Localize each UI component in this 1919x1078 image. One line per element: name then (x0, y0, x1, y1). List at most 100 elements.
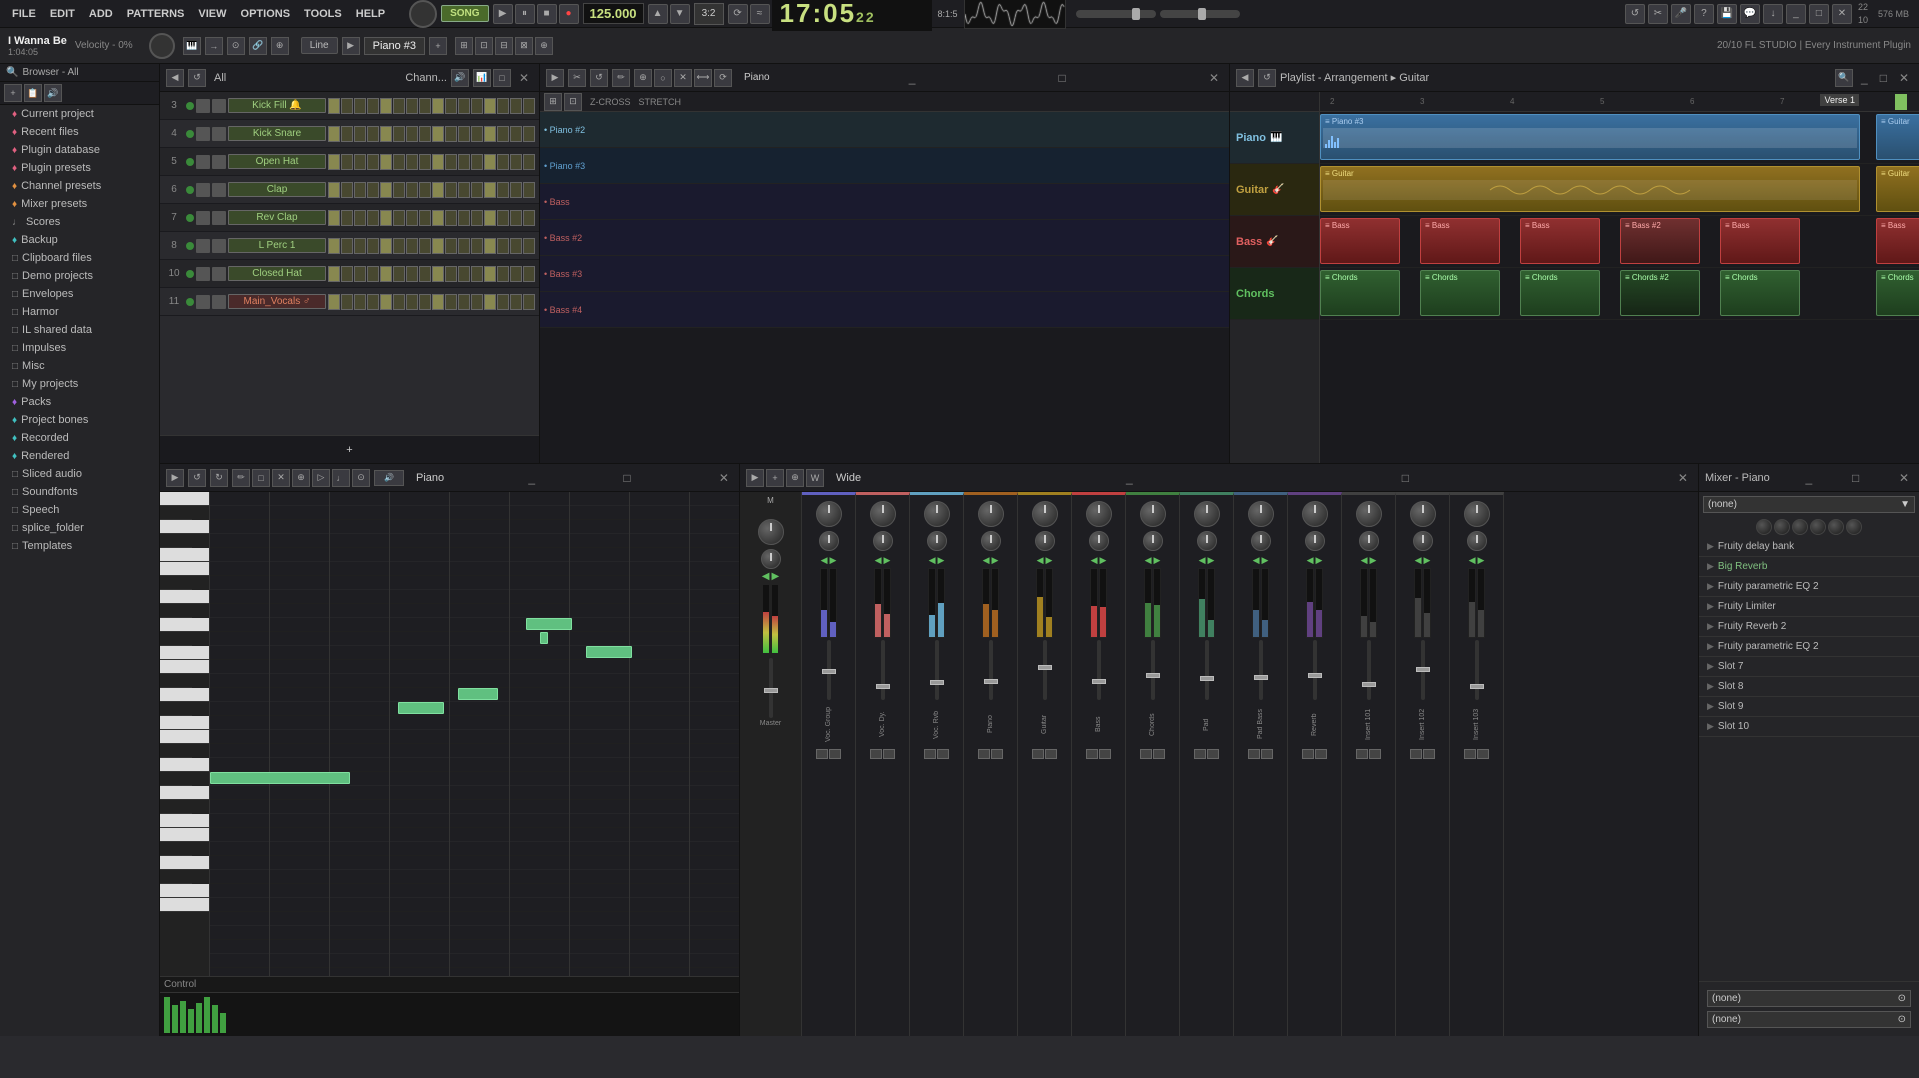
ch-bottom-btn-1[interactable] (1194, 749, 1206, 759)
ch-pad[interactable] (406, 294, 418, 310)
ch-pan-knob[interactable] (1089, 531, 1109, 551)
ch-send-knob[interactable] (1086, 501, 1112, 527)
ch-fader[interactable] (1254, 675, 1268, 680)
ch-send-knob[interactable] (1140, 501, 1166, 527)
ch-solo-btn[interactable] (212, 267, 226, 281)
ch-pad[interactable] (497, 154, 509, 170)
pl-zoom-btn[interactable]: 🔍 (1835, 69, 1853, 87)
ch-led-green[interactable] (186, 186, 194, 194)
master-volume-slider[interactable] (1076, 10, 1156, 18)
fx-plugin-item[interactable]: ▶ Fruity parametric EQ 2 (1699, 577, 1919, 597)
ch-bottom-btn-1[interactable] (978, 749, 990, 759)
minimize-btn[interactable]: _ (1786, 4, 1806, 24)
pr-min-btn2[interactable]: _ (524, 471, 539, 485)
ch-pad[interactable] (419, 182, 431, 198)
ch-vol-btn[interactable]: 🔊 (451, 69, 469, 87)
mp-undo-btn[interactable]: ↺ (590, 69, 608, 87)
ch-bottom-btn-2[interactable] (1477, 749, 1489, 759)
ch-bottom-btn-2[interactable] (829, 749, 841, 759)
fx-plugin-item[interactable]: ▶ Slot 8 (1699, 677, 1919, 697)
ch-pad[interactable] (380, 238, 392, 254)
track-label-piano[interactable]: Piano 🎹 (1230, 112, 1319, 164)
fx-plugin-item[interactable]: ▶ Slot 7 (1699, 657, 1919, 677)
ch-mute-btn[interactable] (196, 267, 210, 281)
browser-item[interactable]: □IL shared data (0, 321, 159, 339)
ch-pad[interactable] (367, 154, 379, 170)
ch-pad[interactable] (393, 266, 405, 282)
ch-bottom-btn-1[interactable] (1086, 749, 1098, 759)
piano-key[interactable] (160, 548, 209, 562)
ch-bottom-btn-1[interactable] (1356, 749, 1368, 759)
browser-item[interactable]: □splice_folder (0, 519, 159, 537)
fx-close-btn[interactable]: ✕ (1895, 471, 1913, 485)
ch-mute-btn[interactable] (196, 183, 210, 197)
ch-pad[interactable] (367, 294, 379, 310)
pr-tool-stamp[interactable]: ⊙ (352, 469, 370, 487)
vel-bar-5[interactable] (196, 1003, 202, 1033)
mini-piano-title[interactable]: Piano (744, 72, 770, 83)
browser-btn-1[interactable]: + (4, 84, 22, 102)
pr-tool-3[interactable]: ⊙ (227, 37, 245, 55)
ch-arrow-l[interactable]: ◀ (1145, 555, 1152, 566)
pattern-piano-3[interactable]: • Piano #3 (540, 148, 1229, 184)
ch-pad[interactable] (523, 210, 535, 226)
ch-pad[interactable] (471, 98, 483, 114)
ch-pad[interactable] (419, 154, 431, 170)
help-icon[interactable]: ? (1694, 4, 1714, 24)
pr-max-btn2[interactable]: □ (619, 471, 634, 485)
ch-send-knob[interactable] (816, 501, 842, 527)
bass-block-1[interactable]: ≡ Bass (1320, 218, 1400, 264)
mx-btn-3[interactable]: ⊕ (786, 469, 804, 487)
ch-send-knob[interactable] (978, 501, 1004, 527)
ch-led-green[interactable] (186, 242, 194, 250)
ch-pad[interactable] (367, 210, 379, 226)
pitch-up-button[interactable]: ▲ (648, 4, 668, 24)
chords-block-2[interactable]: ≡ Chords (1420, 270, 1500, 316)
ch-pad[interactable] (497, 126, 509, 142)
ch-pad[interactable] (419, 126, 431, 142)
ch-pad[interactable] (432, 266, 444, 282)
browser-item[interactable]: ♦Mixer presets (0, 195, 159, 213)
vel-bar-6[interactable] (204, 997, 210, 1033)
piano-key[interactable] (160, 772, 192, 786)
guitar-block-1[interactable]: ≡ Guitar (1320, 166, 1860, 212)
ch-pad[interactable] (354, 294, 366, 310)
ch-pan-knob[interactable] (1035, 531, 1055, 551)
ch-name[interactable]: L Perc 1 (228, 238, 326, 253)
ch-graph-btn[interactable]: 📊 (473, 69, 491, 87)
master-fader[interactable] (764, 688, 778, 693)
fx-max-btn[interactable]: □ (1848, 471, 1863, 485)
piano-key[interactable] (160, 688, 209, 702)
piano-key[interactable] (160, 492, 209, 506)
channel-rack-close[interactable]: ✕ (515, 71, 533, 85)
ch-mute-btn[interactable] (196, 211, 210, 225)
ch-pad[interactable] (419, 238, 431, 254)
piano-key[interactable] (160, 758, 209, 772)
bass-block-3[interactable]: ≡ Bass (1520, 218, 1600, 264)
ch-pad[interactable] (354, 126, 366, 142)
pr-tool-zoom2[interactable]: ⊕ (292, 469, 310, 487)
ch-pad[interactable] (523, 154, 535, 170)
ch-pad[interactable] (484, 210, 496, 226)
ch-pad[interactable] (471, 126, 483, 142)
chords-block-4[interactable]: ≡ Chords #2 (1620, 270, 1700, 316)
ch-mute-btn[interactable] (196, 295, 210, 309)
ch-pad[interactable] (523, 98, 535, 114)
ch-bottom-btn-1[interactable] (1140, 749, 1152, 759)
fx-plugin-item[interactable]: ▶ Fruity Reverb 2 (1699, 617, 1919, 637)
ch-pad[interactable] (471, 154, 483, 170)
fx-send-selector[interactable]: (none) ▼ (1703, 496, 1915, 513)
browser-item[interactable]: ♦Rendered (0, 447, 159, 465)
pr-tool-chord[interactable]: ♩ (332, 469, 350, 487)
pr-tool-1[interactable]: 🎹 (183, 37, 201, 55)
ch-pad[interactable] (354, 210, 366, 226)
ch-pan-knob[interactable] (1197, 531, 1217, 551)
ch-pad[interactable] (445, 238, 457, 254)
pr-play-btn[interactable]: ▶ (166, 469, 184, 487)
fx-min-btn[interactable]: _ (1802, 471, 1817, 485)
chords-block-1[interactable]: ≡ Chords (1320, 270, 1400, 316)
ch-pad[interactable] (328, 294, 340, 310)
browser-item[interactable]: ♦Current project (0, 105, 159, 123)
menu-item-edit[interactable]: EDIT (44, 6, 81, 22)
ch-pad[interactable] (510, 154, 522, 170)
